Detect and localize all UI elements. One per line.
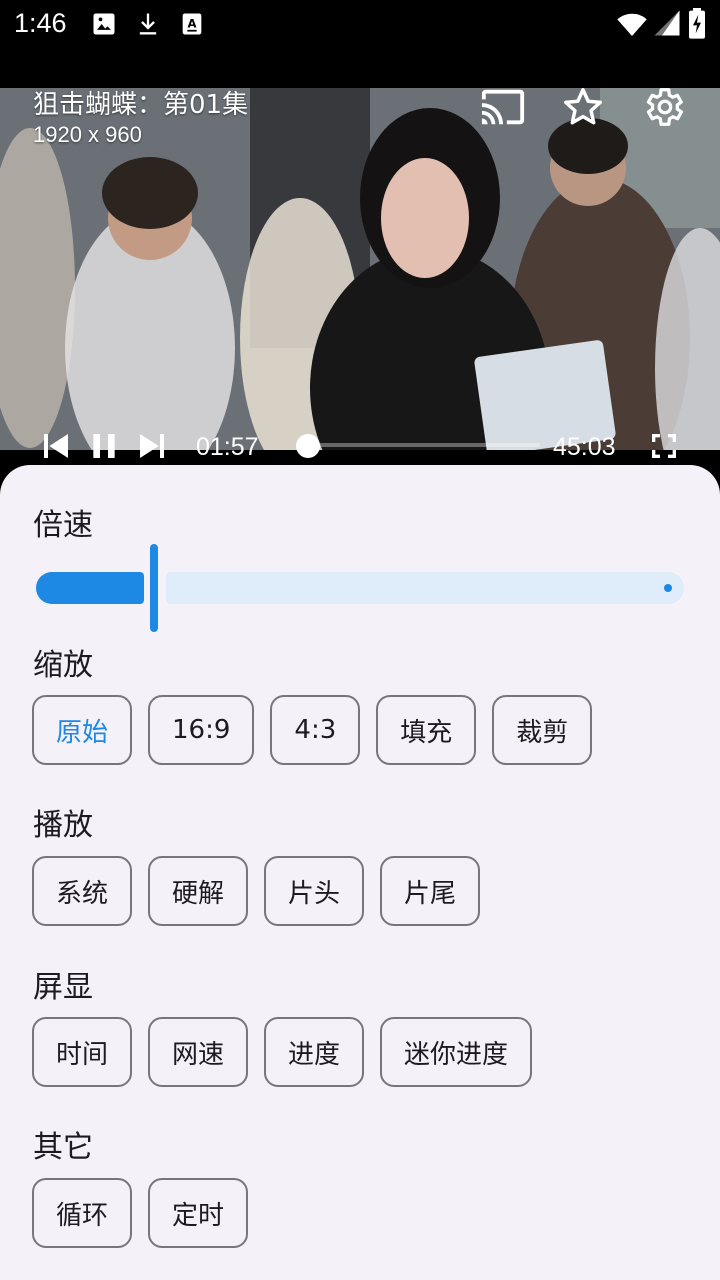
other-title: 其它 [33, 1130, 93, 1165]
zoom-option-4-3[interactable]: 4:3 [270, 695, 361, 765]
play-option-outro[interactable]: 片尾 [380, 856, 481, 926]
player-controls: 01:57 45:03 [0, 430, 720, 470]
display-option-net-speed[interactable]: 网速 [148, 1017, 249, 1087]
display-option-progress[interactable]: 进度 [264, 1017, 365, 1087]
display-option-time[interactable]: 时间 [32, 1017, 133, 1087]
other-option-loop[interactable]: 循环 [32, 1178, 133, 1248]
zoom-option-original[interactable]: 原始 [32, 695, 133, 765]
zoom-option-crop[interactable]: 裁剪 [492, 695, 593, 765]
play-option-intro[interactable]: 片头 [264, 856, 365, 926]
speed-title: 倍速 [33, 508, 93, 543]
video-title: 狙击蝴蝶：第01集 [33, 90, 249, 120]
wifi-icon [617, 13, 647, 36]
download-icon [139, 13, 157, 35]
play-option-hardware-decode[interactable]: 硬解 [148, 856, 249, 926]
svg-text:A: A [187, 17, 196, 31]
image-icon [93, 13, 115, 35]
display-title: 屏显 [33, 970, 93, 1005]
speed-slider-stop-indicator [664, 584, 672, 592]
status-bar: 1:46 A [0, 0, 720, 88]
speed-slider-thumb[interactable] [150, 544, 158, 632]
other-option-timer[interactable]: 定时 [148, 1178, 249, 1248]
zoom-title: 缩放 [33, 648, 93, 683]
play-options: 系统 硬解 片头 片尾 [32, 856, 481, 926]
zoom-option-fill[interactable]: 填充 [376, 695, 477, 765]
seek-thumb[interactable] [296, 434, 320, 458]
display-option-mini-progress[interactable]: 迷你进度 [380, 1017, 533, 1087]
play-option-system[interactable]: 系统 [32, 856, 133, 926]
zoom-option-16-9[interactable]: 16:9 [148, 695, 255, 765]
star-icon[interactable] [560, 88, 606, 130]
pause-icon[interactable] [88, 430, 120, 462]
speed-slider-inactive-track [166, 572, 684, 604]
cast-icon[interactable] [480, 88, 526, 130]
video-resolution: 1920 x 960 [33, 122, 142, 147]
status-time: 1:46 [14, 8, 67, 38]
settings-icon[interactable] [640, 88, 686, 130]
skip-previous-icon[interactable] [40, 430, 72, 462]
zoom-options: 原始 16:9 4:3 填充 裁剪 [32, 695, 593, 765]
video-player[interactable]: 狙击蝴蝶：第01集 1920 x 960 [0, 88, 720, 450]
other-options: 循环 定时 [32, 1178, 249, 1248]
speed-slider[interactable] [34, 544, 686, 634]
fullscreen-icon[interactable] [646, 430, 682, 462]
duration: 45:03 [553, 433, 616, 461]
play-title: 播放 [33, 808, 93, 843]
display-options: 时间 网速 进度 迷你进度 [32, 1017, 533, 1087]
accessibility-icon: A [182, 13, 202, 35]
skip-next-icon[interactable] [136, 430, 168, 462]
current-time: 01:57 [196, 433, 259, 461]
battery-charging-icon [689, 8, 705, 39]
seek-bar[interactable] [308, 443, 540, 447]
speed-slider-active-track [36, 572, 144, 604]
signal-icon [654, 10, 680, 36]
